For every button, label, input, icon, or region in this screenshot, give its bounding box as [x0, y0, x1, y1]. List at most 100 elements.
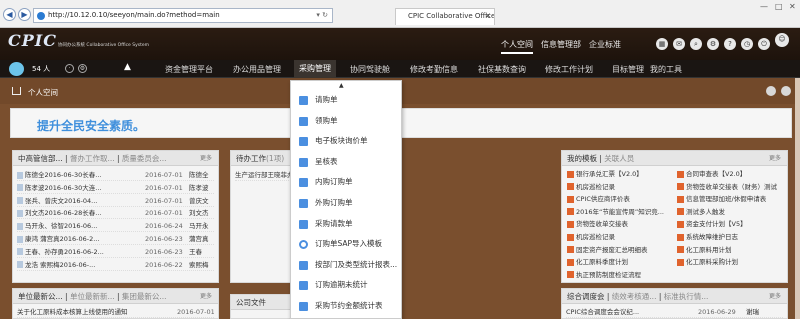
close-window-icon[interactable]: ✕: [789, 2, 796, 11]
table-row[interactable]: 陈德全2016-06-30长春... 2016-07-01 陈德全: [17, 169, 214, 181]
nav-cockpit[interactable]: 协同驾驶舱: [350, 64, 390, 75]
back-button[interactable]: ◀: [3, 8, 16, 21]
nav-office-supplies[interactable]: 办公用品管理: [233, 64, 281, 75]
list-item[interactable]: 测试多人触发: [677, 206, 783, 218]
list-item[interactable]: 银行承兑汇票【V2.0】: [567, 168, 673, 180]
nav-goal-management[interactable]: 目标管理: [612, 64, 644, 75]
nav-work-plan[interactable]: 修改工作计划: [545, 64, 593, 75]
scrollbar[interactable]: [795, 78, 800, 319]
dropdown-item[interactable]: 按部门及类型统计报表...: [291, 257, 401, 273]
table-row[interactable]: 张兵、曾庆文2016-04... 2016-07-01 曾庆文: [17, 195, 214, 207]
header-link-info-dept[interactable]: 信息管理部: [541, 39, 581, 50]
table-row[interactable]: 王春、孙存勇2016-06-2... 2016-06-23 王春: [17, 246, 214, 258]
nav-social-security[interactable]: 社保基数查询: [478, 64, 526, 75]
tab-unit-news[interactable]: 单位最新新...: [70, 292, 115, 301]
dropdown-item[interactable]: 呈核表: [291, 154, 401, 170]
address-bar[interactable]: http://10.12.0.10/seeyon/main.do?method=…: [33, 8, 333, 23]
list-item[interactable]: 机房巡检记录: [567, 231, 673, 243]
refresh-page-icon[interactable]: [766, 86, 776, 96]
list-item[interactable]: 化工原料采购计划: [677, 256, 783, 268]
tab-title: CPIC Collaborative Office...: [408, 12, 495, 20]
table-row[interactable]: 刘文杰2016-06-28长春... 2016-07-01 刘文杰: [17, 207, 214, 220]
list-item[interactable]: 合同审查表【V2.0】: [677, 168, 783, 180]
list-item[interactable]: 2016年“节能宣传周”知识竞...: [567, 206, 673, 218]
more-link[interactable]: 更多: [769, 151, 781, 165]
list-item[interactable]: 信息管理部加班/休假申请表: [677, 193, 783, 205]
dropdown-item[interactable]: 领购单: [291, 113, 401, 129]
gear-icon[interactable]: ⚙: [707, 38, 719, 50]
tab-related-people[interactable]: 关联人员: [604, 154, 634, 163]
dropdown-item[interactable]: 内购订购单: [291, 174, 401, 190]
row-date: 2016-07-01: [145, 209, 183, 218]
dropdown-item[interactable]: 订购单SAP导入模板: [291, 236, 401, 252]
nav-my-tools[interactable]: 我的工具: [650, 64, 682, 75]
tab-supervision[interactable]: 督办工作取...: [70, 154, 115, 163]
table-row[interactable]: 马开永、徐智2016-06... 2016-06-24 马开永: [17, 220, 214, 233]
document-edit-icon: [299, 260, 308, 270]
header-link-standards[interactable]: 企业标准: [589, 39, 621, 50]
template-label: CPIC供应商评价表: [576, 195, 630, 204]
list-item[interactable]: 执正预防制度检证流程: [567, 269, 673, 281]
more-link[interactable]: 更多: [200, 151, 212, 165]
list-item[interactable]: 化工原料用计划: [677, 244, 783, 256]
browser-tab[interactable]: CPIC Collaborative Office... ✕: [395, 8, 495, 25]
dropdown-item-label: 外购订购单: [315, 198, 353, 207]
main-nav: 资金管理平台 办公用品管理 采购管理 协同驾驶舱 修改考勤信息 社保基数查询 修…: [0, 60, 800, 78]
tab-my-templates[interactable]: 我的模板: [567, 154, 597, 163]
tab-dispatch-meeting[interactable]: 综合调度会: [567, 292, 605, 301]
dropdown-item[interactable]: 外购订购单: [291, 195, 401, 211]
list-item[interactable]: 化工原料季度计划: [567, 256, 673, 268]
table-row[interactable]: CPIC综合调度会会议纪... 2016-06-29 谢瑞: [566, 306, 783, 318]
dropdown-item-label: 采购节约金额统计表: [315, 301, 383, 310]
compass-icon[interactable]: ▲: [123, 63, 132, 73]
tab-group-notices[interactable]: 集团最新公...: [122, 292, 167, 301]
row-title: 康鸿 蒲宫真2016-06-2...: [25, 235, 100, 243]
minimize-icon[interactable]: —: [760, 2, 768, 11]
more-link[interactable]: 更多: [769, 289, 781, 303]
dropdown-item[interactable]: 采购节约金额统计表: [291, 298, 401, 314]
nav-fund-platform[interactable]: 资金管理平台: [165, 64, 213, 75]
settings-icon[interactable]: ⚙: [78, 64, 87, 73]
table-row[interactable]: 康鸿 蒲宫真2016-06-2... 2016-06-23 蒲宫真: [17, 233, 214, 245]
tab-unit-notices[interactable]: 单位最新公...: [18, 292, 63, 301]
dropdown-item-label: 领购单: [315, 115, 338, 125]
help-icon[interactable]: ?: [724, 38, 736, 50]
maximize-icon[interactable]: □: [775, 2, 783, 11]
refresh-icon[interactable]: ▾ ↻: [316, 9, 328, 22]
list-item[interactable]: 货物签收单交接表（财务）测试: [677, 181, 783, 193]
grid-icon[interactable]: ▦: [656, 38, 668, 50]
presence-icon[interactable]: ·: [65, 64, 74, 73]
tab-performance[interactable]: 绩效考核通...: [612, 292, 657, 301]
list-item[interactable]: 系统故障维护日志: [677, 231, 783, 243]
table-row[interactable]: 关于化工原料成本核算上线使用的通知 2016-07-01: [17, 306, 214, 318]
dropdown-item[interactable]: 订购逾期未统计: [291, 277, 401, 293]
nav-procurement[interactable]: 采购管理: [294, 60, 336, 78]
tab-quality[interactable]: 质量委员会...: [122, 154, 167, 163]
mail-icon[interactable]: ✉: [673, 38, 685, 50]
user-avatar[interactable]: ☺: [775, 33, 789, 47]
nav-attendance[interactable]: 修改考勤信息: [410, 64, 458, 75]
dropdown-item[interactable]: 采购请款单: [291, 216, 401, 232]
doc-icon: [17, 261, 23, 269]
list-item[interactable]: 机房巡检记录: [567, 181, 673, 193]
search-icon[interactable]: ⌕: [690, 38, 702, 50]
document-edit-icon: [299, 199, 308, 208]
more-link[interactable]: 更多: [200, 289, 212, 303]
table-row[interactable]: 陈孝波2016-06-30大连... 2016-07-01 陈孝波: [17, 182, 214, 194]
clock-icon[interactable]: ◷: [741, 38, 753, 50]
list-item[interactable]: 固定资产报废汇总明细表: [567, 244, 673, 256]
list-item[interactable]: CPIC供应商评价表: [567, 193, 673, 205]
power-icon[interactable]: ⏻: [758, 38, 770, 50]
tab-executive-info[interactable]: 中高管信部...: [18, 154, 63, 163]
tab-standards[interactable]: 标准执行情...: [664, 292, 709, 301]
layout-icon[interactable]: [781, 86, 791, 96]
header-link-personal[interactable]: 个人空间: [501, 39, 533, 54]
list-item[interactable]: 货物签收单交接表: [567, 218, 673, 230]
list-item[interactable]: 资金支付计划【V5】: [677, 218, 783, 230]
dropdown-item[interactable]: 电子板块询价单: [291, 133, 401, 149]
dropdown-item[interactable]: 请购单: [291, 92, 401, 108]
table-row[interactable]: 龙浩 索熙梅2016-06-... 2016-06-22 索熙梅: [17, 259, 214, 271]
template-label: 合同审查表【V2.0】: [686, 170, 747, 178]
forward-button[interactable]: ▶: [18, 8, 31, 21]
close-tab-icon[interactable]: ✕: [485, 9, 491, 24]
